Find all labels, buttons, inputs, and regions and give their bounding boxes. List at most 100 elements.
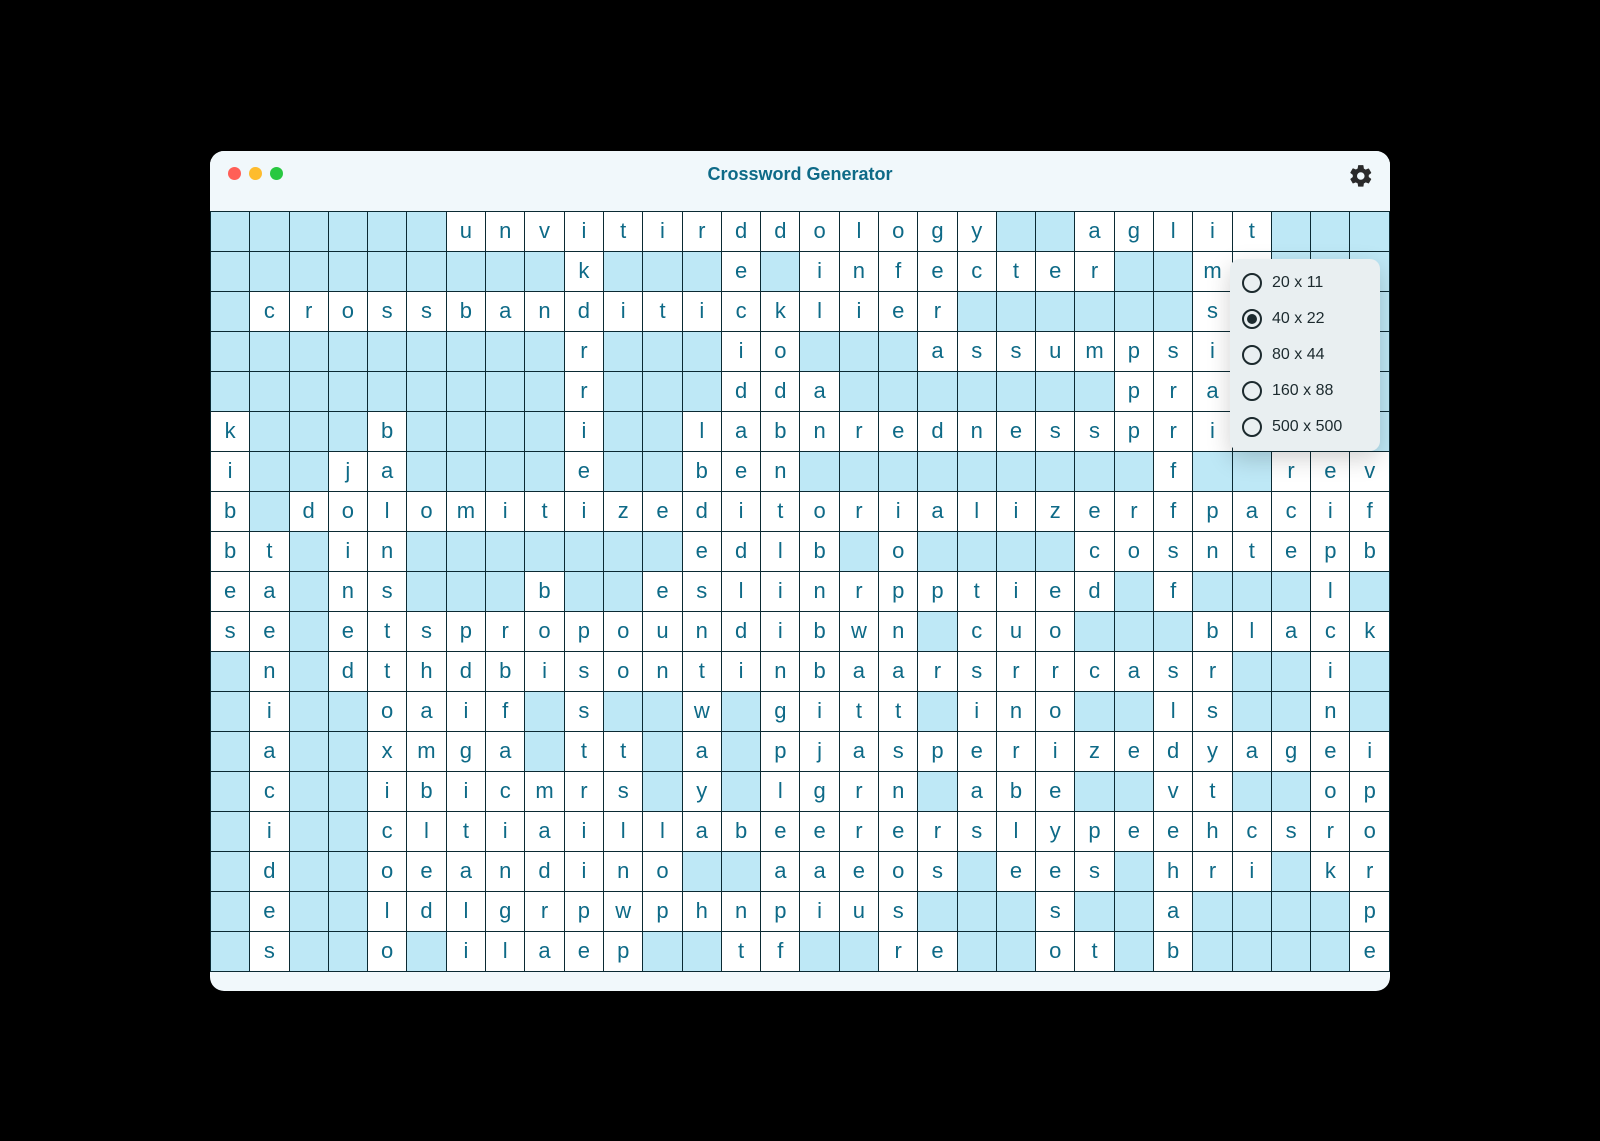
grid-cell[interactable]: e [1036, 771, 1075, 811]
grid-cell[interactable]: b [721, 811, 760, 851]
grid-cell[interactable]: a [682, 731, 721, 771]
grid-cell[interactable]: r [996, 651, 1035, 691]
grid-cell[interactable] [839, 371, 878, 411]
grid-cell[interactable]: e [879, 411, 918, 451]
grid-cell[interactable]: i [446, 771, 485, 811]
grid-cell[interactable]: i [761, 611, 800, 651]
grid-cell[interactable]: a [1271, 611, 1310, 651]
grid-cell[interactable]: i [1193, 211, 1232, 251]
grid-cell[interactable] [525, 371, 564, 411]
grid-cell[interactable] [486, 331, 525, 371]
grid-cell[interactable] [328, 211, 367, 251]
grid-cell[interactable]: m [1075, 331, 1114, 371]
grid-cell[interactable]: o [407, 491, 446, 531]
grid-cell[interactable]: e [996, 411, 1035, 451]
grid-cell[interactable] [996, 291, 1035, 331]
grid-cell[interactable] [721, 851, 760, 891]
grid-cell[interactable] [446, 331, 485, 371]
grid-cell[interactable]: w [682, 691, 721, 731]
grid-cell[interactable]: o [328, 491, 367, 531]
grid-cell[interactable]: x [368, 731, 407, 771]
grid-cell[interactable] [1350, 211, 1390, 251]
grid-cell[interactable]: s [604, 771, 643, 811]
grid-cell[interactable] [643, 771, 682, 811]
grid-cell[interactable]: s [368, 291, 407, 331]
grid-cell[interactable]: t [957, 571, 996, 611]
grid-cell[interactable] [525, 691, 564, 731]
grid-cell[interactable] [996, 931, 1035, 971]
grid-cell[interactable] [1114, 611, 1153, 651]
grid-cell[interactable] [1114, 291, 1153, 331]
grid-cell[interactable] [1271, 891, 1310, 931]
grid-cell[interactable] [211, 891, 250, 931]
grid-cell[interactable]: b [1154, 931, 1193, 971]
grid-cell[interactable] [1114, 771, 1153, 811]
grid-cell[interactable]: l [682, 411, 721, 451]
grid-cell[interactable] [800, 451, 839, 491]
grid-cell[interactable] [721, 731, 760, 771]
grid-cell[interactable] [643, 331, 682, 371]
grid-cell[interactable]: a [800, 851, 839, 891]
grid-cell[interactable]: l [1311, 571, 1350, 611]
grid-cell[interactable]: a [525, 811, 564, 851]
grid-cell[interactable] [918, 691, 957, 731]
grid-cell[interactable]: s [211, 611, 250, 651]
grid-cell[interactable] [721, 771, 760, 811]
grid-cell[interactable]: a [407, 691, 446, 731]
size-option[interactable]: 160 x 88 [1240, 377, 1370, 405]
grid-cell[interactable]: s [957, 651, 996, 691]
grid-cell[interactable]: n [328, 571, 367, 611]
grid-cell[interactable]: b [1193, 611, 1232, 651]
grid-cell[interactable] [1036, 211, 1075, 251]
grid-cell[interactable]: n [682, 611, 721, 651]
grid-cell[interactable]: e [682, 531, 721, 571]
grid-cell[interactable] [289, 851, 328, 891]
settings-button[interactable] [1348, 163, 1374, 189]
grid-cell[interactable] [957, 531, 996, 571]
grid-cell[interactable] [289, 451, 328, 491]
grid-cell[interactable] [289, 611, 328, 651]
grid-cell[interactable] [1075, 291, 1114, 331]
grid-cell[interactable]: d [721, 211, 760, 251]
grid-cell[interactable] [328, 411, 367, 451]
grid-cell[interactable] [328, 371, 367, 411]
grid-cell[interactable]: n [525, 291, 564, 331]
grid-cell[interactable]: t [368, 611, 407, 651]
grid-cell[interactable]: r [1271, 451, 1310, 491]
grid-cell[interactable]: s [682, 571, 721, 611]
grid-cell[interactable]: t [1232, 211, 1271, 251]
grid-cell[interactable] [328, 931, 367, 971]
grid-cell[interactable]: t [446, 811, 485, 851]
grid-cell[interactable] [682, 251, 721, 291]
grid-cell[interactable]: a [486, 731, 525, 771]
grid-cell[interactable] [211, 211, 250, 251]
grid-cell[interactable]: s [407, 611, 446, 651]
grid-cell[interactable]: i [996, 491, 1035, 531]
grid-cell[interactable]: i [486, 491, 525, 531]
grid-cell[interactable]: h [1154, 851, 1193, 891]
grid-cell[interactable] [1114, 851, 1153, 891]
grid-cell[interactable]: k [1311, 851, 1350, 891]
grid-cell[interactable]: b [682, 451, 721, 491]
grid-cell[interactable]: b [996, 771, 1035, 811]
grid-cell[interactable]: m [1193, 251, 1232, 291]
grid-cell[interactable] [407, 411, 446, 451]
grid-cell[interactable]: r [1036, 651, 1075, 691]
grid-cell[interactable]: i [1036, 731, 1075, 771]
grid-cell[interactable]: e [1271, 531, 1310, 571]
grid-cell[interactable]: e [564, 451, 603, 491]
grid-cell[interactable] [839, 331, 878, 371]
grid-cell[interactable]: i [1311, 651, 1350, 691]
grid-cell[interactable]: e [800, 811, 839, 851]
grid-cell[interactable]: p [564, 891, 603, 931]
grid-cell[interactable] [486, 411, 525, 451]
grid-cell[interactable] [1075, 691, 1114, 731]
grid-cell[interactable]: l [996, 811, 1035, 851]
grid-cell[interactable]: y [1036, 811, 1075, 851]
grid-cell[interactable] [957, 291, 996, 331]
grid-cell[interactable]: e [1075, 491, 1114, 531]
grid-cell[interactable]: t [368, 651, 407, 691]
close-window-button[interactable] [228, 167, 241, 180]
grid-cell[interactable]: w [604, 891, 643, 931]
grid-cell[interactable] [1350, 691, 1390, 731]
